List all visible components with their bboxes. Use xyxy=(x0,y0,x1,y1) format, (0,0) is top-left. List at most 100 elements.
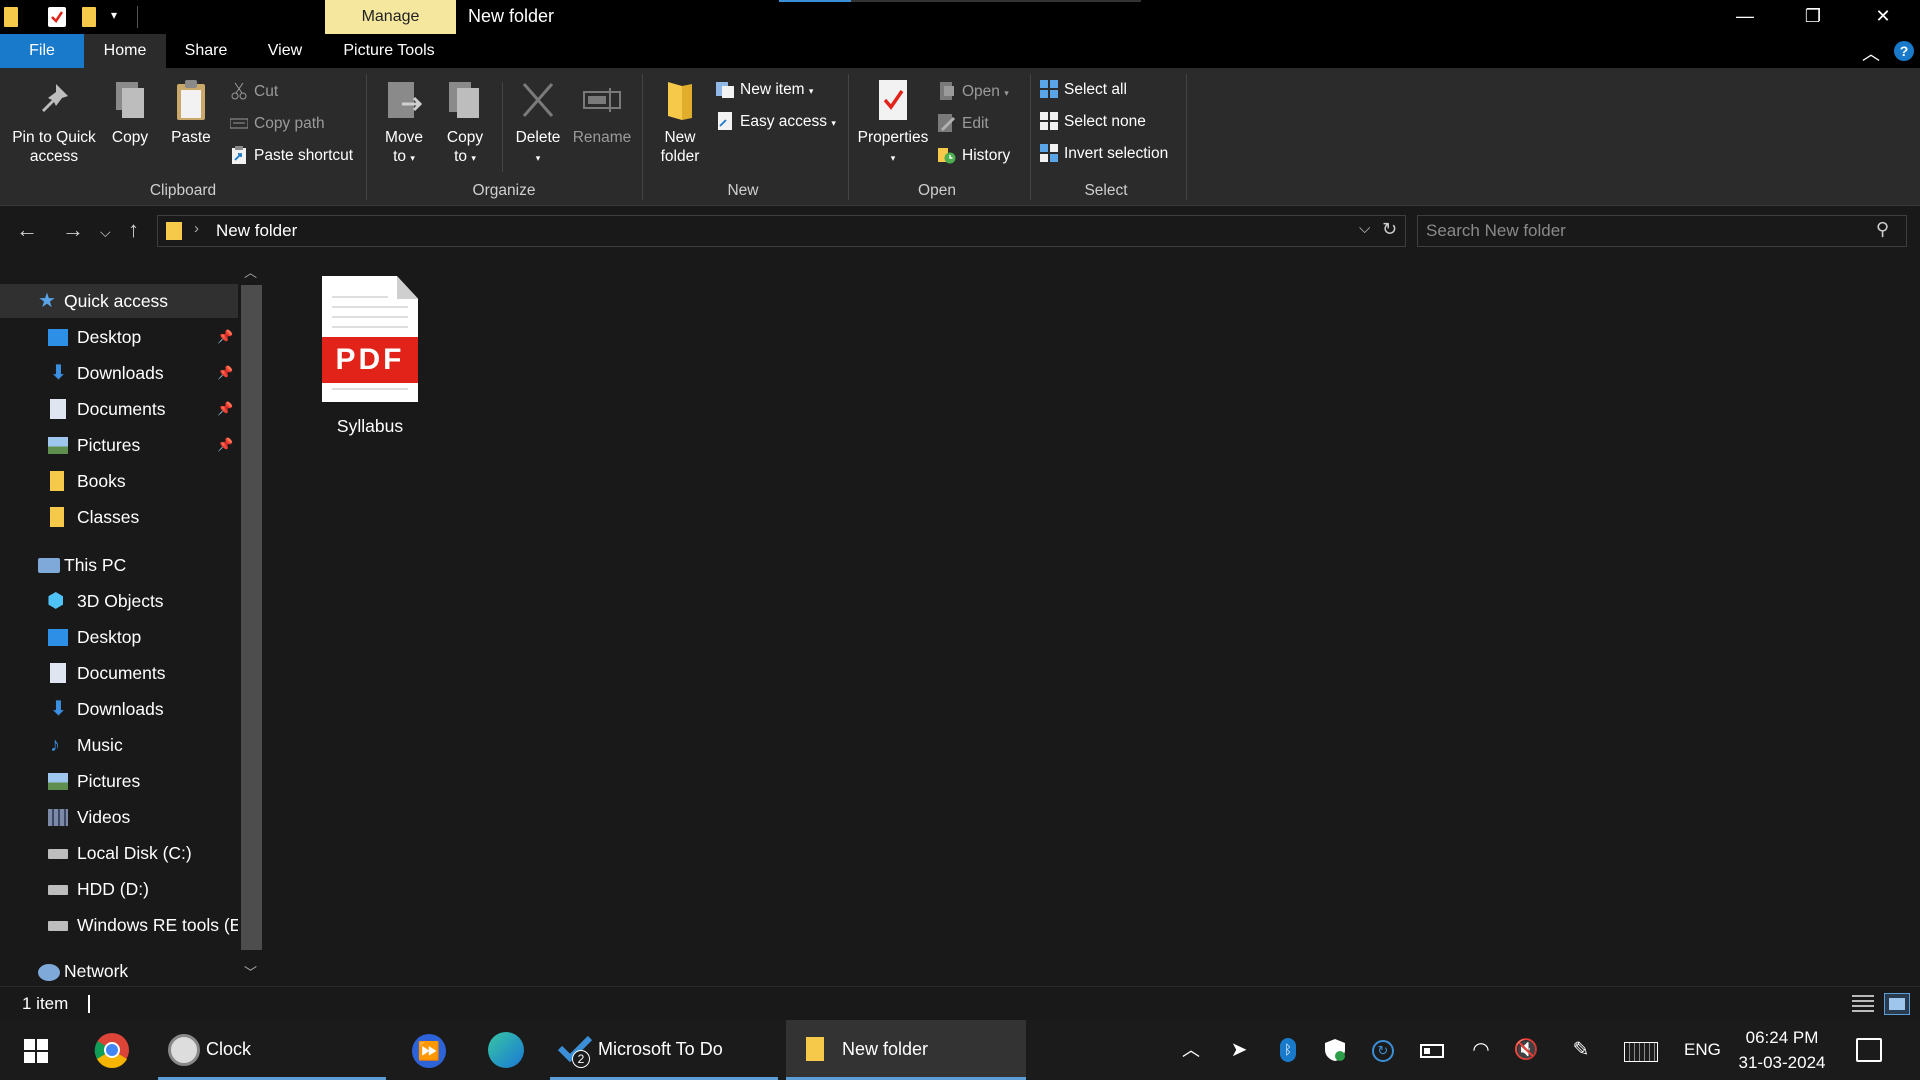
breadcrumb-current[interactable]: New folder xyxy=(216,221,297,241)
taskbar-time[interactable]: 06:24 PM xyxy=(1737,1028,1827,1048)
recent-locations-chevron-icon[interactable]: ⌵ xyxy=(100,220,111,244)
nav-scrollbar-thumb[interactable] xyxy=(241,285,262,950)
nav-pc-local-disk-c[interactable]: Local Disk (C:) xyxy=(0,836,238,870)
minimize-button[interactable]: — xyxy=(1710,0,1780,34)
move-to-button[interactable]: Move to ▾ xyxy=(376,78,432,168)
copy-button[interactable]: Copy xyxy=(104,78,156,147)
nav-pc-desktop[interactable]: Desktop xyxy=(0,620,238,654)
nav-pc-pictures[interactable]: Pictures xyxy=(0,764,238,798)
restore-button[interactable]: ❐ xyxy=(1778,0,1848,34)
pin-icon[interactable]: 📌 xyxy=(217,428,233,462)
breadcrumb-chevron-icon[interactable]: › xyxy=(194,220,199,237)
nav-pc-hdd-d[interactable]: HDD (D:) xyxy=(0,872,238,906)
open-button[interactable]: Open ▾ xyxy=(938,80,1009,104)
up-arrow-icon[interactable]: ↑ xyxy=(128,218,139,242)
nav-pc-music[interactable]: ♪ Music xyxy=(0,728,238,762)
easy-access-button[interactable]: Easy access ▾ xyxy=(716,110,836,134)
select-all-button[interactable]: Select all xyxy=(1040,78,1127,102)
chrome-icon[interactable] xyxy=(94,1032,130,1068)
new-item-button[interactable]: New item ▾ xyxy=(716,78,813,102)
language-indicator[interactable]: ENG xyxy=(1684,1040,1721,1060)
taskbar-app-microsoft-to-do[interactable]: 2 Microsoft To Do xyxy=(550,1020,778,1080)
refresh-icon[interactable]: ↻ xyxy=(1382,219,1397,240)
tab-file[interactable]: File xyxy=(0,34,84,68)
windows-start-icon[interactable] xyxy=(24,1039,48,1063)
volume-muted-icon[interactable]: 🔇 xyxy=(1512,1038,1540,1062)
properties-quick-icon[interactable] xyxy=(48,7,66,27)
search-icon[interactable]: ⚲ xyxy=(1876,219,1889,240)
nav-pc-3d-objects[interactable]: ⬢ 3D Objects xyxy=(0,584,238,618)
collapse-ribbon-icon[interactable]: ︿ xyxy=(1862,40,1880,66)
help-icon[interactable]: ? xyxy=(1894,41,1914,61)
tab-share[interactable]: Share xyxy=(170,34,242,68)
delete-button[interactable]: Delete ▾ xyxy=(508,78,568,168)
tab-picture-tools[interactable]: Picture Tools xyxy=(330,34,448,68)
nav-quick-documents[interactable]: Documents 📌 xyxy=(0,392,238,426)
tab-home[interactable]: Home xyxy=(84,34,166,68)
pin-icon[interactable]: 📌 xyxy=(217,392,233,426)
address-history-chevron-icon[interactable]: ⌵ xyxy=(1359,220,1370,237)
folder-icon xyxy=(806,1037,824,1061)
telegram-icon[interactable]: ➤ xyxy=(1226,1038,1252,1062)
copy-path-button[interactable]: Copy path xyxy=(229,112,325,136)
properties-button[interactable]: Properties ▾ xyxy=(854,78,932,168)
close-button[interactable]: ✕ xyxy=(1848,0,1918,34)
file-item-syllabus[interactable]: PDF Syllabus xyxy=(306,276,434,446)
scroll-up-icon[interactable]: ︿ xyxy=(244,262,257,281)
wifi-icon[interactable]: ◠ xyxy=(1468,1038,1494,1062)
copy-to-button[interactable]: Copy to ▾ xyxy=(438,78,492,168)
pin-icon[interactable]: 📌 xyxy=(217,320,233,354)
file-list[interactable]: PDF Syllabus xyxy=(264,256,1920,986)
select-none-button[interactable]: Select none xyxy=(1040,110,1146,134)
nav-quick-pictures[interactable]: Pictures 📌 xyxy=(0,428,238,462)
bluetooth-icon[interactable]: ᛒ xyxy=(1280,1038,1296,1062)
nav-pc-downloads[interactable]: ⬇ Downloads xyxy=(0,692,238,726)
file-name[interactable]: Syllabus xyxy=(306,416,434,437)
large-icons-view-icon[interactable] xyxy=(1884,993,1910,1015)
nav-pc-windows-re-tools[interactable]: Windows RE tools (E xyxy=(0,908,238,942)
nav-network[interactable]: Network xyxy=(0,956,238,986)
windows-security-shield-icon[interactable] xyxy=(1324,1038,1346,1062)
taskbar-app-new-folder[interactable]: New folder xyxy=(786,1020,1026,1080)
nav-quick-classes[interactable]: Classes xyxy=(0,500,238,534)
pin-icon[interactable]: 📌 xyxy=(217,356,233,390)
scroll-down-icon[interactable]: ﹀ xyxy=(244,962,257,981)
nav-quick-books[interactable]: Books xyxy=(0,464,238,498)
customize-quick-access-icon[interactable]: ▾ xyxy=(111,8,117,22)
notifications-icon[interactable] xyxy=(1856,1038,1882,1062)
battery-icon[interactable] xyxy=(1420,1044,1444,1058)
new-folder-quick-icon[interactable] xyxy=(82,7,96,27)
nav-quick-access[interactable]: ★ Quick access xyxy=(0,284,238,318)
rename-button[interactable]: Rename xyxy=(570,78,634,147)
sync-icon[interactable]: ↻ xyxy=(1372,1040,1394,1062)
taskbar-date[interactable]: 31-03-2024 xyxy=(1737,1053,1827,1073)
forward-arrow-icon[interactable]: → xyxy=(62,218,84,242)
pin-to-quick-access-button[interactable]: Pin to Quick access xyxy=(8,78,100,166)
folder-icon[interactable] xyxy=(4,7,18,27)
nav-pc-videos[interactable]: Videos xyxy=(0,800,238,834)
paste-button[interactable]: Paste xyxy=(164,78,218,147)
pen-icon[interactable]: ✎ xyxy=(1568,1038,1594,1062)
touch-keyboard-icon[interactable] xyxy=(1624,1042,1658,1062)
details-view-icon[interactable] xyxy=(1852,995,1874,1013)
new-folder-button[interactable]: New folder xyxy=(650,78,710,166)
search-box[interactable]: ⚲ xyxy=(1417,215,1907,247)
show-hidden-icons-chevron-icon[interactable]: ︿ xyxy=(1178,1038,1204,1062)
nav-this-pc[interactable]: This PC xyxy=(0,548,238,582)
edit-button[interactable]: Edit xyxy=(938,112,989,136)
nav-quick-desktop[interactable]: Desktop 📌 xyxy=(0,320,238,354)
nav-pc-documents[interactable]: Documents xyxy=(0,656,238,690)
cut-button[interactable]: Cut xyxy=(230,80,278,104)
address-box[interactable]: › New folder ⌵ ↻ xyxy=(157,215,1406,247)
media-player-icon[interactable]: ⏩ xyxy=(412,1034,446,1068)
back-arrow-icon[interactable]: ← xyxy=(16,218,38,242)
tab-view[interactable]: View xyxy=(250,34,320,68)
taskbar-app-clock[interactable]: Clock xyxy=(158,1020,386,1080)
paste-shortcut-button[interactable]: Paste shortcut xyxy=(230,144,353,168)
search-input[interactable] xyxy=(1426,220,1866,242)
nav-quick-downloads[interactable]: ⬇ Downloads 📌 xyxy=(0,356,238,390)
edge-icon[interactable] xyxy=(488,1032,524,1068)
invert-selection-button[interactable]: Invert selection xyxy=(1040,142,1168,166)
history-button[interactable]: History xyxy=(938,144,1010,168)
tab-manage[interactable]: Manage xyxy=(325,0,456,34)
